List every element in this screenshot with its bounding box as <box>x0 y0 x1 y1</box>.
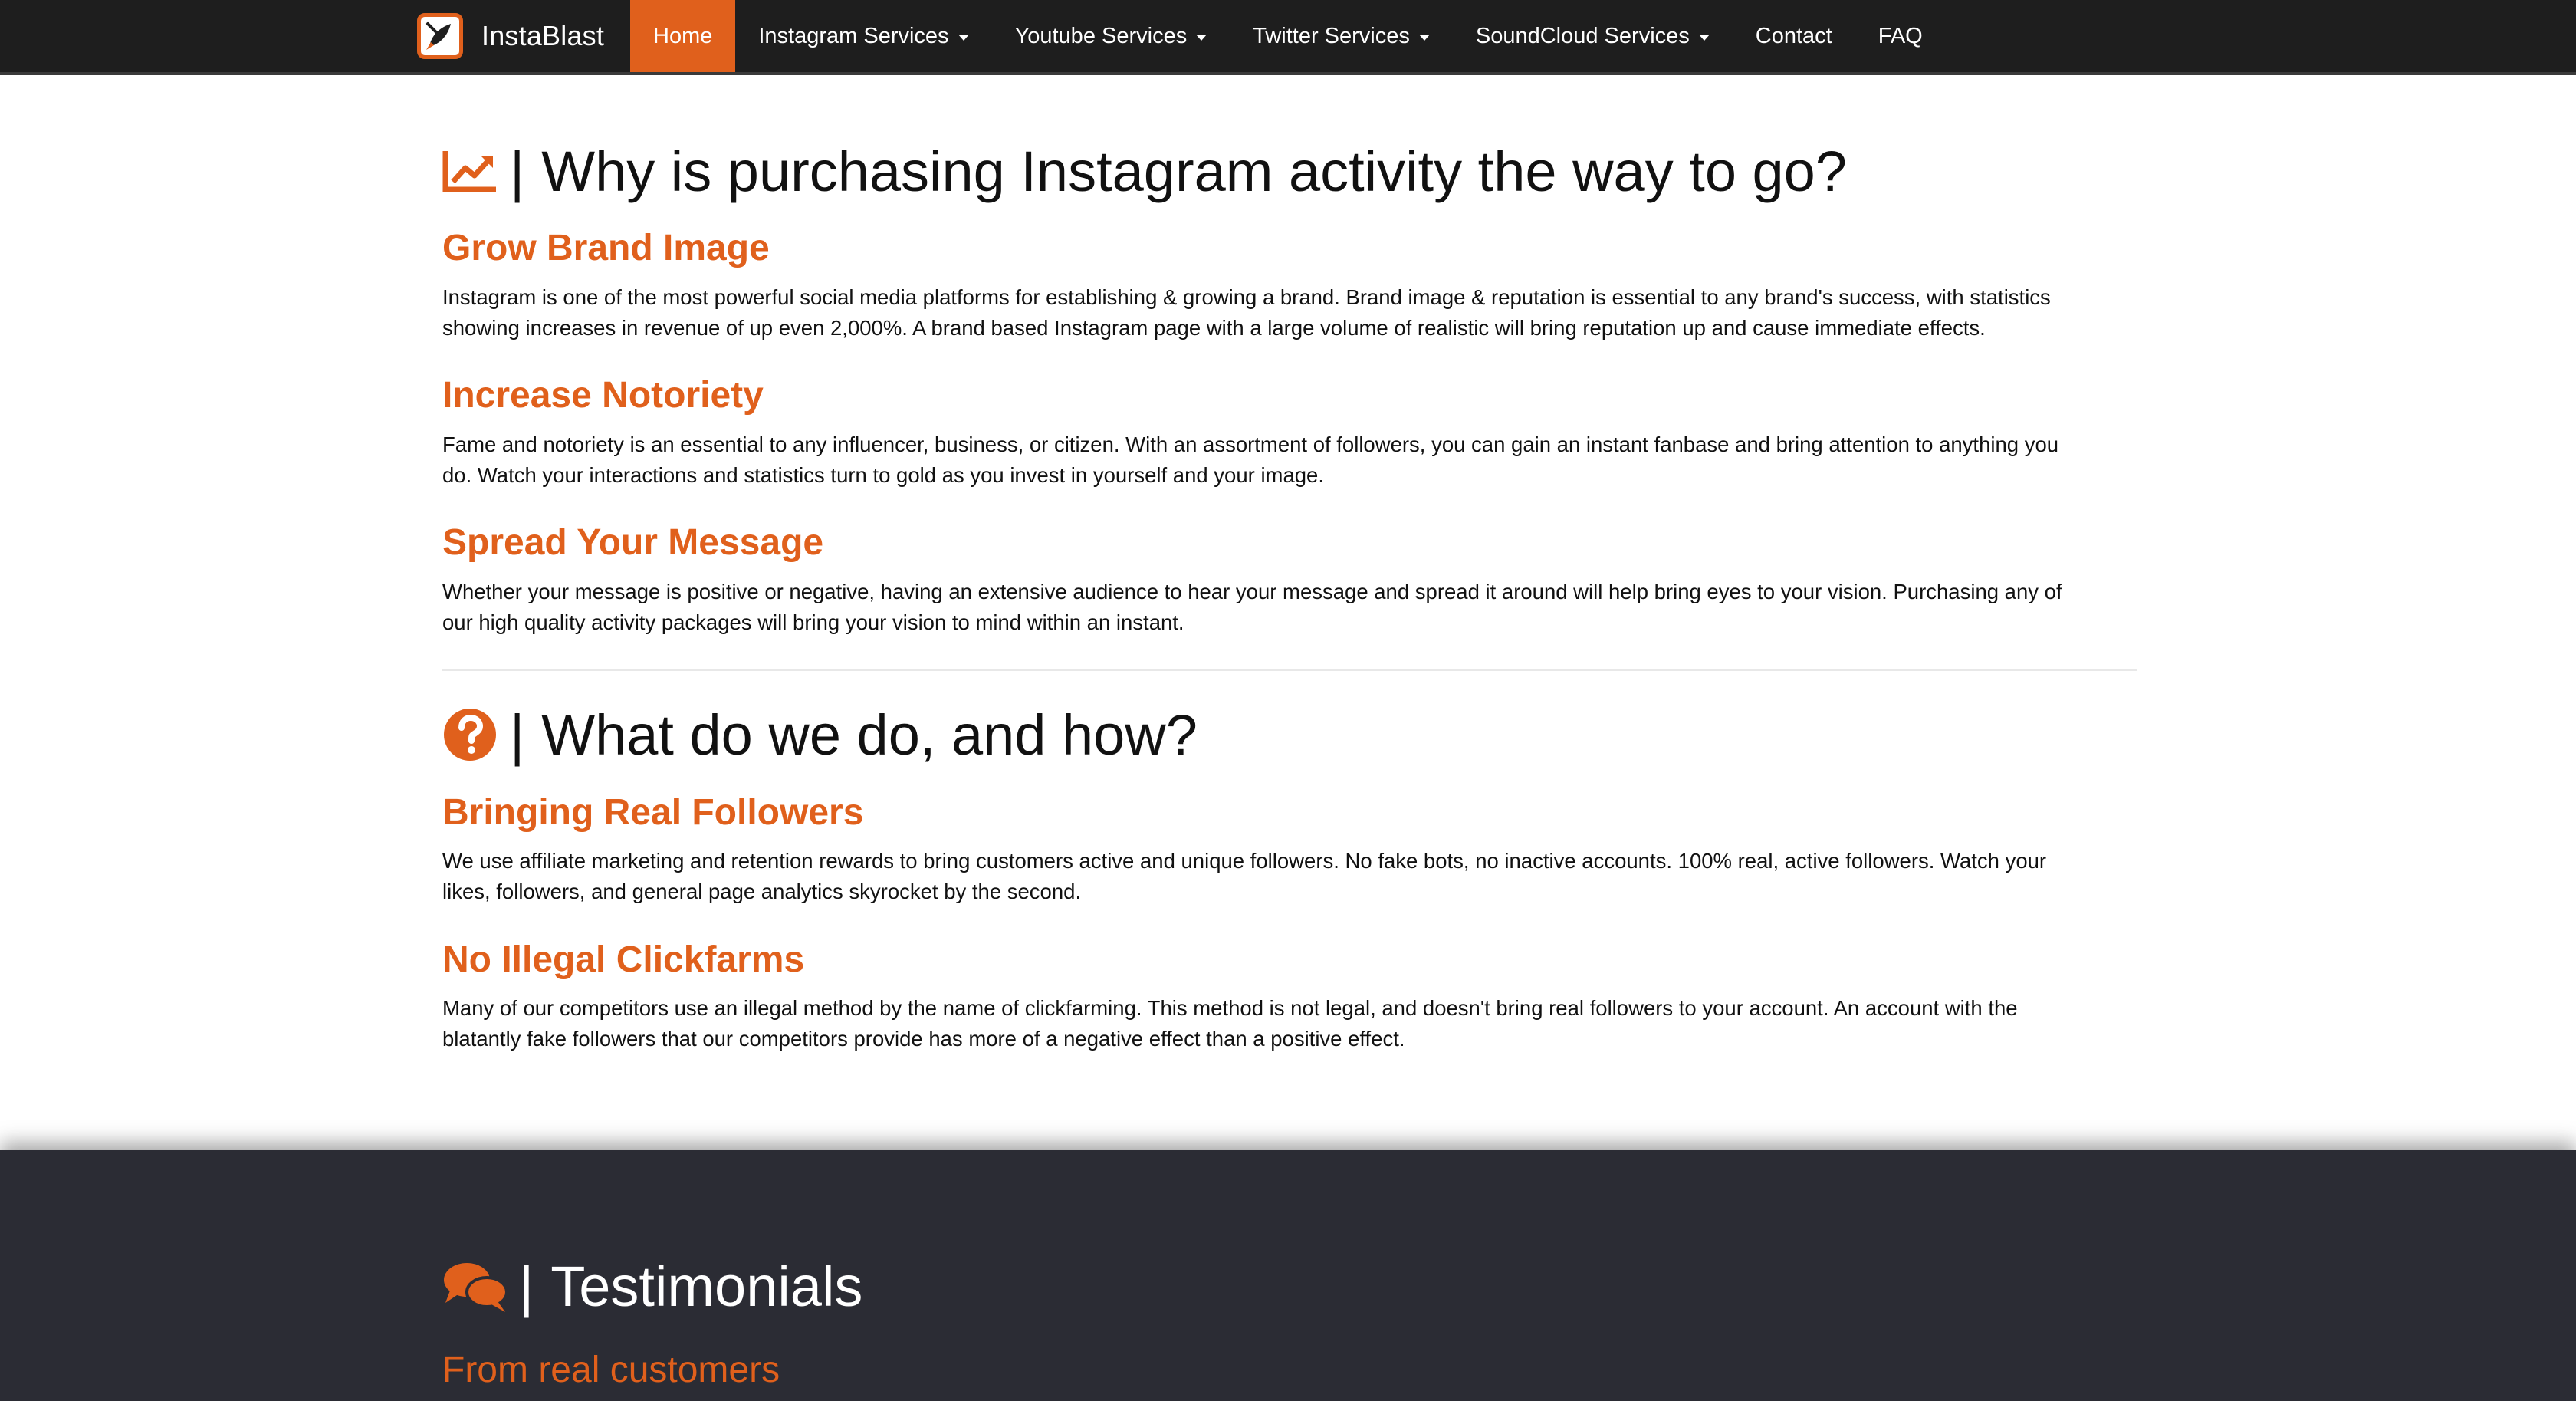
item-no-clickfarms-text: Many of our competitors use an illegal m… <box>442 993 2137 1054</box>
paragraph-line: Fame and notoriety is an essential to an… <box>442 432 2059 456</box>
item-heading: Bringing Real Followers <box>442 792 864 833</box>
section-title-text: What do we do, and how? <box>541 702 1198 767</box>
testimonials-title: | Testimonials <box>442 1254 863 1319</box>
paragraph-line: do. Watch your interactions and statisti… <box>442 463 1324 487</box>
item-real-followers: Bringing Real Followers <box>442 794 863 831</box>
comments-icon <box>442 1260 508 1314</box>
nav-soundcloud-label: SoundCloud Services <box>1475 23 1690 48</box>
item-grow-brand: Grow Brand Image <box>442 230 770 267</box>
paragraph-line: Many of our competitors use an illegal m… <box>442 996 2018 1020</box>
rocket-logo-icon <box>417 13 463 59</box>
item-no-clickfarms: No Illegal Clickfarms <box>442 942 804 978</box>
brand-name: InstaBlast <box>481 20 605 51</box>
nav-soundcloud-services[interactable]: SoundCloud Services <box>1453 0 1733 72</box>
item-spread-message: Spread Your Message <box>442 525 823 561</box>
paragraph-line: Instagram is one of the most powerful so… <box>442 285 2051 309</box>
paragraph-line: likes, followers, and general page analy… <box>442 880 1082 903</box>
paragraph-line: our high quality activity packages will … <box>442 610 1184 634</box>
item-heading: Grow Brand Image <box>442 228 770 268</box>
item-increase-notoriety: Increase Notoriety <box>442 377 764 414</box>
main-nav: Home Instagram Services Youtube Services… <box>630 0 1946 72</box>
question-circle-icon <box>442 707 498 762</box>
brand[interactable]: InstaBlast <box>417 0 604 72</box>
nav-instagram-services[interactable]: Instagram Services <box>735 0 991 72</box>
navbar: InstaBlast Home Instagram Services Youtu… <box>0 0 2576 75</box>
chart-line-icon <box>442 150 498 192</box>
caret-down-icon <box>1418 35 1430 41</box>
nav-twitter-label: Twitter Services <box>1253 23 1410 48</box>
nav-contact[interactable]: Contact <box>1733 0 1855 72</box>
item-spread-message-text: Whether your message is positive or nega… <box>442 577 2137 638</box>
nav-home[interactable]: Home <box>630 0 736 72</box>
nav-youtube-label: Youtube Services <box>1014 23 1188 48</box>
section-what: | What do we do, and how? <box>442 700 1198 769</box>
item-heading: Spread Your Message <box>442 522 824 563</box>
title-separator: | <box>519 1255 534 1318</box>
item-grow-brand-text: Instagram is one of the most powerful so… <box>442 282 2137 344</box>
title-separator: | <box>510 139 525 203</box>
item-real-followers-text: We use affiliate marketing and retention… <box>442 846 2137 907</box>
section-divider <box>442 669 2137 671</box>
section-why: | Why is purchasing Instagram activity t… <box>442 136 1847 206</box>
nav-twitter-services[interactable]: Twitter Services <box>1230 0 1453 72</box>
paragraph-line: showing increases in revenue of up even … <box>442 316 1986 340</box>
section-title-what: | What do we do, and how? <box>442 700 1198 769</box>
testimonials-section: | Testimonials From real customers <box>0 1150 2576 1401</box>
caret-down-icon <box>1196 35 1208 41</box>
caret-down-icon <box>958 35 969 41</box>
paragraph-line: Whether your message is positive or nega… <box>442 580 2062 603</box>
nav-youtube-services[interactable]: Youtube Services <box>992 0 1230 72</box>
item-heading: Increase Notoriety <box>442 375 764 416</box>
caret-down-icon <box>1698 35 1710 41</box>
paragraph-line: We use affiliate marketing and retention… <box>442 849 2047 873</box>
paragraph-line: blatantly fake followers that our compet… <box>442 1027 1405 1051</box>
section-title-text: Why is purchasing Instagram activity the… <box>541 139 1847 203</box>
testimonials-title-text: Testimonials <box>550 1255 863 1318</box>
title-separator: | <box>510 702 525 767</box>
nav-instagram-label: Instagram Services <box>758 23 949 48</box>
item-increase-notoriety-text: Fame and notoriety is an essential to an… <box>442 429 2137 491</box>
nav-faq[interactable]: FAQ <box>1855 0 1946 72</box>
testimonials-subtitle: From real customers <box>442 1350 780 1390</box>
item-heading: No Illegal Clickfarms <box>442 939 805 980</box>
section-title-why: | Why is purchasing Instagram activity t… <box>442 136 1847 206</box>
